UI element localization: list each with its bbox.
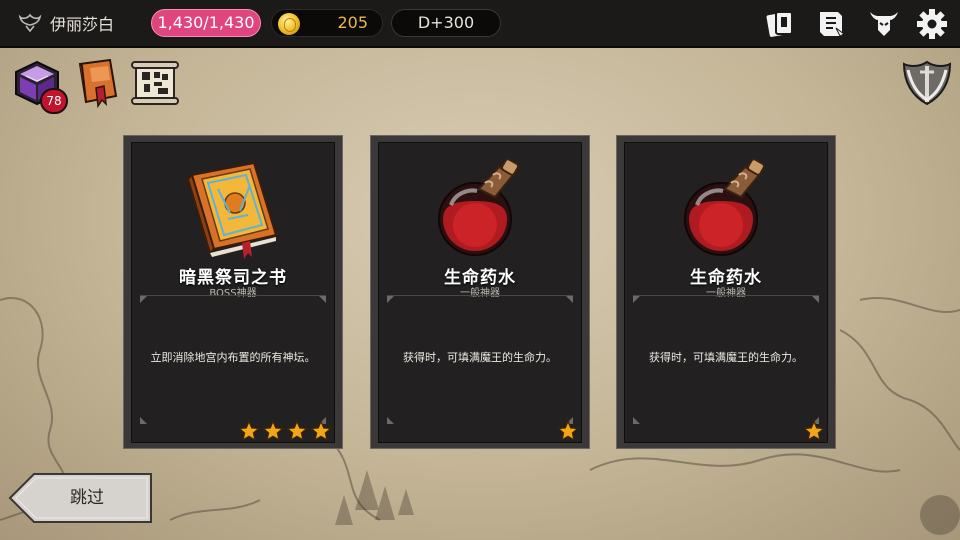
card-description: 获得时，可填满魔王的生命力。 [403,351,557,364]
rarity-stars [238,420,332,442]
star-icon [803,420,825,442]
description-box: 获得时，可填满魔王的生命力。 [633,295,819,424]
demon-emblem-icon [18,13,42,33]
day-counter: D+300 [391,9,501,37]
rarity-stars [557,420,579,442]
star-icon [286,420,308,442]
card-inner: 暗黑祭司之书 BOSS神器 立即消除地宫内布置的所有神坛。 [131,142,335,443]
card-inner: 生命药水 一般神器 获得时，可填满魔王的生命力。 [378,142,582,443]
gold-coin-icon [278,13,300,35]
notification-badge: 78 [40,88,68,114]
life-potion-icon [684,158,765,256]
cards-icon[interactable] [764,8,796,40]
skip-button[interactable]: 跳过 [8,472,152,524]
artifact-card-2[interactable]: 生命药水 一般神器 获得时，可填满魔王的生命力。 [370,135,590,449]
gear-icon[interactable] [916,8,948,40]
player-info[interactable]: 伊丽莎白 [18,11,114,35]
star-icon [238,420,260,442]
life-potion-icon [438,158,519,256]
card-description: 立即消除地宫内布置的所有神坛。 [150,351,316,364]
description-box: 获得时，可填满魔王的生命力。 [387,295,573,424]
card-description: 获得时，可填满魔王的生命力。 [649,351,803,364]
demon-skull-icon[interactable] [868,8,900,40]
card-inner: 生命药水 一般神器 获得时，可填满魔王的生命力。 [624,142,828,443]
quest-book-icon[interactable] [816,8,848,40]
description-box: 立即消除地宫内布置的所有神坛。 [140,295,326,424]
skip-label: 跳过 [70,488,104,508]
scroll-map-icon[interactable] [130,58,180,108]
hp-counter: 1,430/1,430 [151,9,261,37]
player-name: 伊丽莎白 [50,15,115,34]
artifact-card-3[interactable]: 生命药水 一般神器 获得时，可填满魔王的生命力。 [616,135,836,449]
top-bar: 伊丽莎白 1,430/1,430 205 D+300 [0,0,960,48]
star-icon [262,420,284,442]
dark-priest-book-icon [186,161,278,259]
sword-shield-emblem-icon[interactable] [900,56,954,108]
artifact-card-1[interactable]: 暗黑祭司之书 BOSS神器 立即消除地宫内布置的所有神坛。 [123,135,343,449]
gold-value: 205 [337,13,368,32]
star-icon [310,420,332,442]
spell-book-icon[interactable] [72,58,122,108]
star-icon [557,420,579,442]
rarity-stars [803,420,825,442]
gold-counter: 205 [271,9,383,37]
